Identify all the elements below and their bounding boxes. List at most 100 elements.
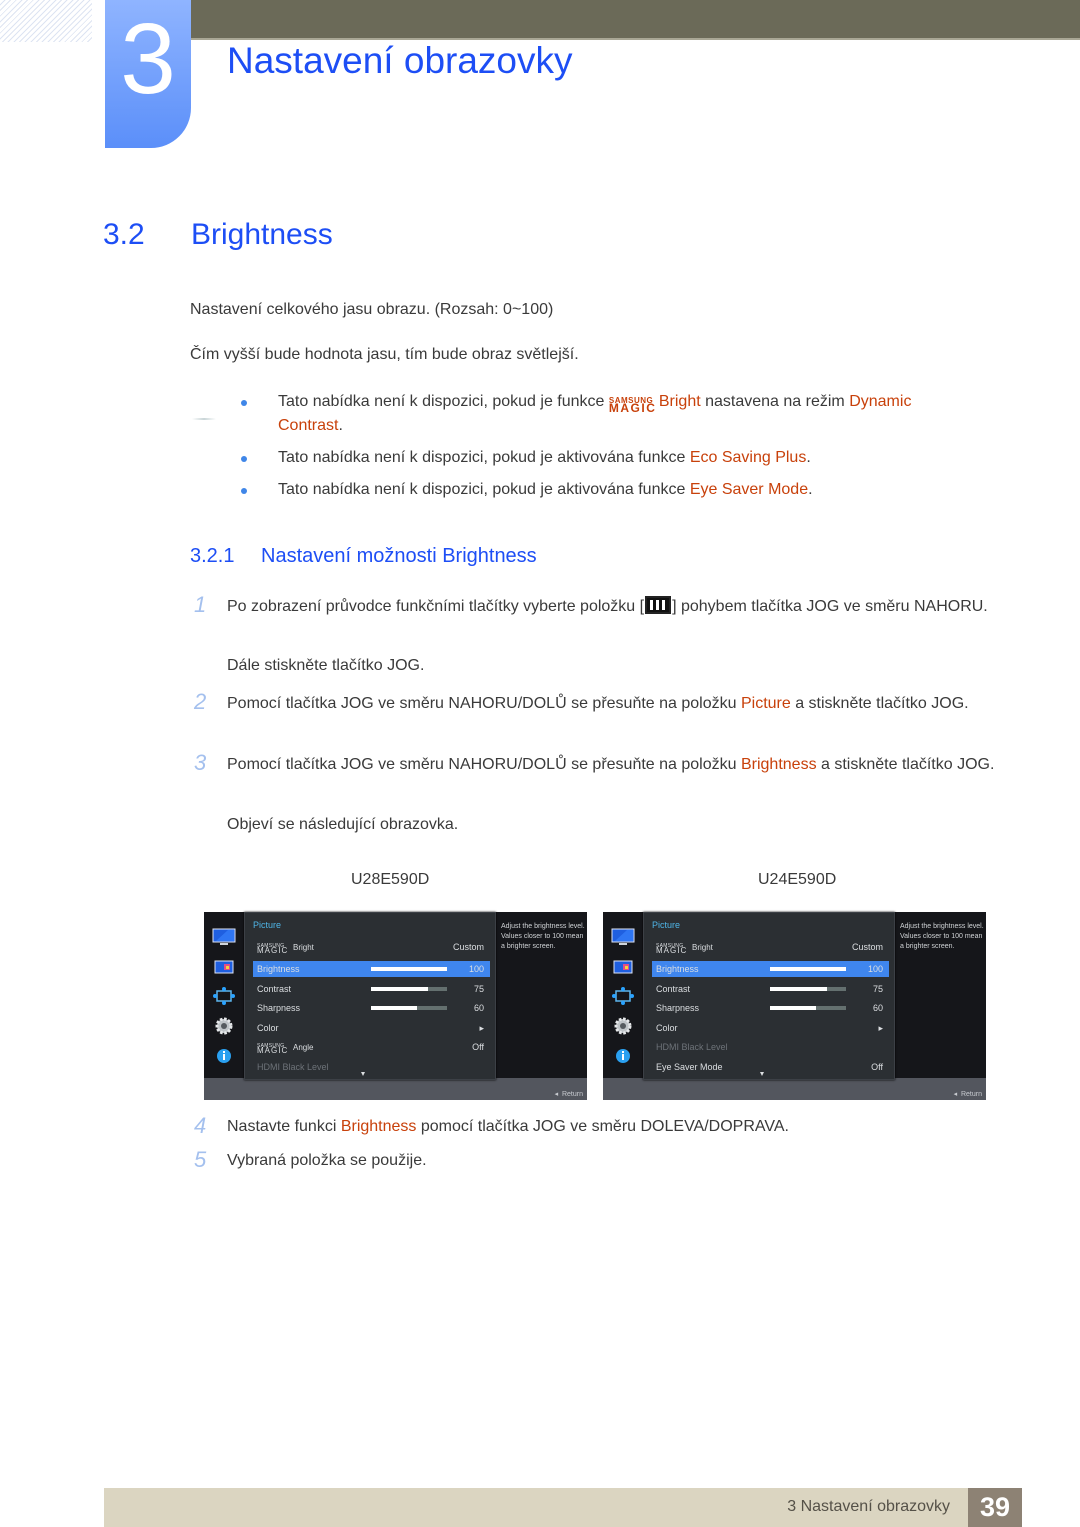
osd-menu-item[interactable]: Contrast 75 (652, 981, 889, 997)
subsection-title: Nastavení možnosti Brightness (261, 545, 537, 567)
osd-slider-fill (770, 967, 846, 971)
osd-help-text: Adjust the brightness level. Values clos… (900, 923, 984, 950)
osd-item-label: Sharpness (257, 1003, 301, 1013)
info-icon[interactable] (611, 1046, 635, 1071)
scroll-down-arrow-icon[interactable] (361, 1072, 365, 1076)
osd-return-label: Return (960, 1091, 982, 1098)
osd-value-slider[interactable] (770, 967, 846, 971)
step-number: 2 (194, 689, 207, 714)
osd-return-label: Return (561, 1091, 583, 1098)
osd-menu-item[interactable]: HDMI Black Level (253, 1059, 490, 1075)
osd-value-slider[interactable] (371, 967, 447, 971)
osd-item-value: Custom (851, 942, 883, 952)
step-5-text: Vybraná položka se použije. (227, 1152, 427, 1169)
step-3-text-b: a stiskněte tlačítko JOG. (816, 756, 995, 773)
step-2-text-a: Pomocí tlačítka JOG ve směru NAHORU/DOLŮ… (227, 695, 741, 712)
osd-value-slider[interactable] (770, 987, 846, 991)
osd-side-menu (204, 912, 244, 1078)
setup-icon[interactable] (611, 1016, 635, 1041)
osd-item-value: 60 (473, 1003, 484, 1013)
osd-menu-item[interactable]: SAMSUNG MAGIC Bright Custom (253, 939, 490, 955)
osd-menu-item[interactable]: SAMSUNG MAGIC Angle Off (253, 1039, 490, 1055)
osd-item-value: Off (871, 1062, 883, 1072)
step-4-text: Nastavte funkci Brightness pomocí tlačít… (227, 1113, 1007, 1141)
osd-menu-item[interactable]: Sharpness 60 (253, 1000, 490, 1016)
osd-item-label: Contrast (656, 984, 691, 994)
note-1-prefix: Tato nabídka není k dispozici, pokud je … (278, 393, 609, 410)
osd-item-value: Custom (452, 942, 484, 952)
bullet-icon (241, 456, 247, 462)
osd-menu-item[interactable]: Brightness 100 (253, 961, 490, 977)
note-1: Tato nabídka není k dispozici, pokud je … (278, 390, 978, 438)
osd-item-label: Brightness (656, 964, 699, 974)
osd-return-button[interactable]: ◂ Return (954, 1090, 982, 1098)
note-1-middle: nastavena na režim (700, 393, 850, 410)
step-3-text-a: Pomocí tlačítka JOG ve směru NAHORU/DOLŮ… (227, 756, 741, 773)
osd-bottom-bar (204, 1078, 587, 1100)
magic-bottom-text: MAGIC (656, 946, 688, 955)
note-3-prefix: Tato nabídka není k dispozici, pokud je … (278, 481, 690, 498)
step-number: 1 (194, 592, 207, 617)
osd-item-label: Sharpness (656, 1003, 700, 1013)
osd-menu-item[interactable]: Contrast 75 (253, 981, 490, 997)
magic-bottom-text: MAGIC (257, 1046, 289, 1055)
setup-icon[interactable] (212, 1016, 236, 1041)
osd-item-value: 75 (872, 984, 883, 994)
osd-menu-item[interactable]: Color ▸ (253, 1020, 490, 1036)
step-number: 3 (194, 750, 207, 775)
osd-item-value: Off (472, 1042, 484, 1052)
note-3: Tato nabídka není k dispozici, pokud je … (278, 478, 978, 502)
osd-slider-fill (371, 987, 428, 991)
scroll-down-arrow-icon[interactable] (760, 1072, 764, 1076)
chapter-number: 3 (120, 3, 176, 115)
menu-icon (645, 596, 672, 614)
info-icon[interactable] (212, 1046, 236, 1071)
step-2-highlight: Picture (740, 695, 791, 712)
osd-menu-panel: Picture SAMSUNG MAGIC Bright Custom Brightnes… (643, 912, 895, 1080)
osd-menu-item[interactable]: Color ▸ (652, 1020, 889, 1036)
left-arrow-icon: ◂ (554, 1091, 562, 1098)
size-position-icon[interactable] (212, 986, 236, 1011)
osd-item-label: Contrast (257, 984, 292, 994)
osd-menu-item[interactable]: Sharpness 60 (652, 1000, 889, 1016)
note-icon (192, 418, 216, 420)
picture-icon[interactable] (611, 928, 635, 951)
section-number: 3.2 (103, 218, 145, 251)
picture-icon[interactable] (212, 928, 236, 951)
note-2: Tato nabídka není k dispozici, pokud je … (278, 446, 978, 470)
step-3-text: Pomocí tlačítka JOG ve směru NAHORU/DOLŮ… (227, 751, 1007, 779)
osd-item-value: 60 (872, 1003, 883, 1013)
osd-return-button[interactable]: ◂ Return (555, 1090, 583, 1098)
step-3-extra: Objeví se následující obrazovka. (227, 816, 459, 833)
osd-item-value: ▸ (878, 1023, 883, 1033)
color-icon[interactable] (611, 960, 635, 979)
size-position-icon[interactable] (611, 986, 635, 1011)
header-bar (190, 0, 1080, 38)
osd-value-slider[interactable] (770, 1006, 846, 1010)
osd-menu-item[interactable]: Brightness 100 (652, 961, 889, 977)
model-label-u24: U24E590D (758, 871, 837, 888)
step-1-extra: Dále stiskněte tlačítko JOG. (227, 657, 425, 674)
step-number: 4 (194, 1113, 207, 1138)
color-icon[interactable] (212, 960, 236, 979)
left-arrow-icon: ◂ (953, 1091, 961, 1098)
osd-menu-item[interactable]: HDMI Black Level (652, 1039, 889, 1055)
osd-category-title: Picture (253, 920, 282, 930)
osd-side-menu (603, 912, 643, 1078)
osd-menu-item[interactable]: SAMSUNG MAGIC Bright Custom (652, 939, 889, 955)
osd-value-slider[interactable] (371, 1006, 447, 1010)
note-2-highlight: Eco Saving Plus (689, 449, 807, 466)
step-number: 5 (194, 1147, 207, 1172)
osd-item-label: Bright (692, 943, 713, 952)
osd-menu-item[interactable]: Eye Saver Mode Off (652, 1059, 889, 1075)
note-1-magic-name: Bright (658, 393, 701, 410)
osd-value-slider[interactable] (371, 987, 447, 991)
osd-bottom-bar (603, 1078, 986, 1100)
osd-item-label: Brightness (257, 964, 300, 974)
step-2-text: Pomocí tlačítka JOG ve směru NAHORU/DOLŮ… (227, 690, 1007, 718)
note-3-suffix: . (808, 481, 813, 498)
osd-item-label: Angle (293, 1043, 314, 1052)
osd-slider-fill (770, 987, 827, 991)
note-1-suffix: . (338, 417, 343, 434)
note-2-suffix: . (806, 449, 811, 466)
